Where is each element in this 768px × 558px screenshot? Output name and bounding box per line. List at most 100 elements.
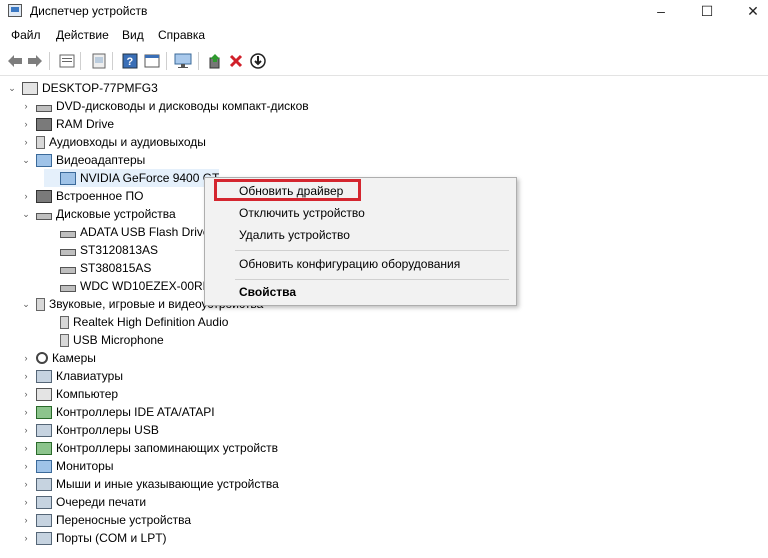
chevron-right-icon[interactable]: › <box>20 191 32 201</box>
chevron-down-icon[interactable]: ⌄ <box>6 83 18 94</box>
chevron-right-icon[interactable]: › <box>20 533 32 543</box>
tree-item-label: Контроллеры запоминающих устройств <box>56 441 278 455</box>
tree-category-item[interactable]: › Компьютер <box>20 385 119 403</box>
ram-drive-icon <box>36 117 52 131</box>
tree-category-item[interactable]: › Встроенное ПО <box>20 187 144 205</box>
tree-item-label: Контроллеры IDE ATA/ATAPI <box>56 405 215 419</box>
chevron-down-icon[interactable]: ⌄ <box>20 155 32 166</box>
keyboard-icon <box>36 369 52 383</box>
device-tree: ⌄ DESKTOP-77PMFG3 › DVD-дисководы и диско… <box>0 77 768 558</box>
computer-icon <box>36 387 52 401</box>
menu-bar: Файл Действие Вид Справка <box>0 24 768 45</box>
menu-help[interactable]: Справка <box>158 28 205 42</box>
tree-item-label: DVD-дисководы и дисководы компакт-дисков <box>56 99 309 113</box>
tree-item-label: ADATA USB Flash Drive <box>80 225 210 239</box>
tree-item-label: RAM Drive <box>56 117 115 131</box>
menu-scan-hardware[interactable]: Обновить конфигурацию оборудования <box>239 257 460 271</box>
tree-device-item[interactable]: ADATA USB Flash Drive <box>44 223 210 241</box>
maximize-button[interactable]: ☐ <box>684 0 730 23</box>
menu-disable-device[interactable]: Отключить устройство <box>239 206 365 220</box>
chevron-down-icon[interactable]: ⌄ <box>20 299 32 310</box>
tree-category-item[interactable]: › Переносные устройства <box>20 511 192 529</box>
mouse-icon <box>36 477 52 491</box>
tree-item-label: Дисковые устройства <box>56 207 176 221</box>
chevron-right-icon[interactable]: › <box>20 497 32 507</box>
menu-view[interactable]: Вид <box>122 28 144 42</box>
firmware-icon <box>36 189 52 203</box>
tree-item-label: ST380815AS <box>80 261 152 275</box>
minimize-button[interactable]: – <box>638 0 684 23</box>
chevron-right-icon[interactable]: › <box>20 461 32 471</box>
drive-icon <box>60 230 76 238</box>
tree-category-item[interactable]: › Очереди печати <box>20 493 147 511</box>
disk-icon <box>36 212 52 220</box>
device-manager-icon <box>8 4 22 17</box>
port-icon <box>36 531 52 545</box>
display-adapter-icon <box>36 153 52 167</box>
tree-category-item[interactable]: › RAM Drive <box>20 115 115 133</box>
tree-item-label: NVIDIA GeForce 9400 GT <box>80 171 220 185</box>
forward-icon[interactable] <box>26 52 44 70</box>
speaker-icon <box>60 315 69 329</box>
tree-device-item[interactable]: ST3120813AS <box>44 241 158 259</box>
back-icon[interactable] <box>6 52 24 70</box>
tree-category-item[interactable]: › Контроллеры запоминающих устройств <box>20 439 278 457</box>
tree-category-item[interactable]: › Мыши и иные указывающие устройства <box>20 475 279 493</box>
tree-device-item[interactable]: WDC WD10EZEX-00RKK <box>44 277 219 295</box>
monitor-icon <box>36 459 52 473</box>
tree-device-item[interactable]: USB Microphone <box>44 331 164 349</box>
menu-properties[interactable]: Свойства <box>239 285 296 299</box>
tree-category-item[interactable]: › Порты (COM и LPT) <box>20 529 167 547</box>
tree-category-item[interactable]: › Контроллеры USB <box>20 421 159 439</box>
chevron-right-icon[interactable]: › <box>20 479 32 489</box>
show-hidden-icon[interactable] <box>90 52 108 70</box>
help-icon[interactable]: ? <box>121 52 139 70</box>
tree-category-item[interactable]: ⌄ Видеоадаптеры <box>20 151 145 169</box>
tree-root[interactable]: ⌄ DESKTOP-77PMFG3 <box>6 79 158 97</box>
tree-category-item[interactable]: › Контроллеры IDE ATA/ATAPI <box>20 403 215 421</box>
computer-icon <box>22 81 38 95</box>
menu-uninstall-device[interactable]: Удалить устройство <box>239 228 350 242</box>
chevron-down-icon[interactable]: ⌄ <box>20 209 32 220</box>
tree-category-item[interactable]: › Камеры <box>20 349 96 367</box>
tree-item-label: Мониторы <box>56 459 114 473</box>
chevron-right-icon[interactable]: › <box>20 353 32 363</box>
chevron-right-icon[interactable]: › <box>20 119 32 129</box>
toolbar: ? <box>0 47 768 76</box>
chevron-right-icon[interactable]: › <box>20 443 32 453</box>
toolbar-separator <box>166 52 167 70</box>
tree-device-item[interactable]: NVIDIA GeForce 9400 GT <box>44 169 220 187</box>
view-icon[interactable] <box>143 52 161 70</box>
chevron-right-icon[interactable]: › <box>20 137 32 147</box>
storage-controller-icon <box>36 441 52 455</box>
chevron-right-icon[interactable]: › <box>20 425 32 435</box>
uninstall-icon[interactable] <box>227 52 245 70</box>
menu-separator <box>235 279 509 280</box>
chevron-right-icon[interactable]: › <box>20 407 32 417</box>
chevron-right-icon[interactable]: › <box>20 101 32 111</box>
monitor-scan-icon[interactable] <box>174 52 192 70</box>
properties-icon[interactable] <box>58 52 76 70</box>
tree-category-item[interactable]: › Мониторы <box>20 457 114 475</box>
tree-category-item[interactable]: › Аудиовходы и аудиовыходы <box>20 133 206 151</box>
tree-item-label: Компьютер <box>56 387 119 401</box>
ide-controller-icon <box>36 405 52 419</box>
enable-icon[interactable] <box>249 52 267 70</box>
menu-separator <box>235 250 509 251</box>
dvd-drive-icon <box>36 104 52 112</box>
tree-item-label: Realtek High Definition Audio <box>73 315 229 329</box>
drive-icon <box>60 266 76 274</box>
tree-device-item[interactable]: Realtek High Definition Audio <box>44 313 228 331</box>
tree-category-item[interactable]: › DVD-дисководы и дисководы компакт-диско… <box>20 97 309 115</box>
menu-file[interactable]: Файл <box>11 28 41 42</box>
chevron-right-icon[interactable]: › <box>20 371 32 381</box>
tree-category-item[interactable]: › Клавиатуры <box>20 367 123 385</box>
menu-action[interactable]: Действие <box>56 28 109 42</box>
tree-item-label: Встроенное ПО <box>56 189 144 203</box>
chevron-right-icon[interactable]: › <box>20 515 32 525</box>
update-driver-icon[interactable] <box>206 52 224 70</box>
close-button[interactable]: ✕ <box>730 0 768 23</box>
chevron-right-icon[interactable]: › <box>20 389 32 399</box>
tree-device-item[interactable]: ST380815AS <box>44 259 151 277</box>
tree-category-item[interactable]: ⌄ Дисковые устройства <box>20 205 176 223</box>
